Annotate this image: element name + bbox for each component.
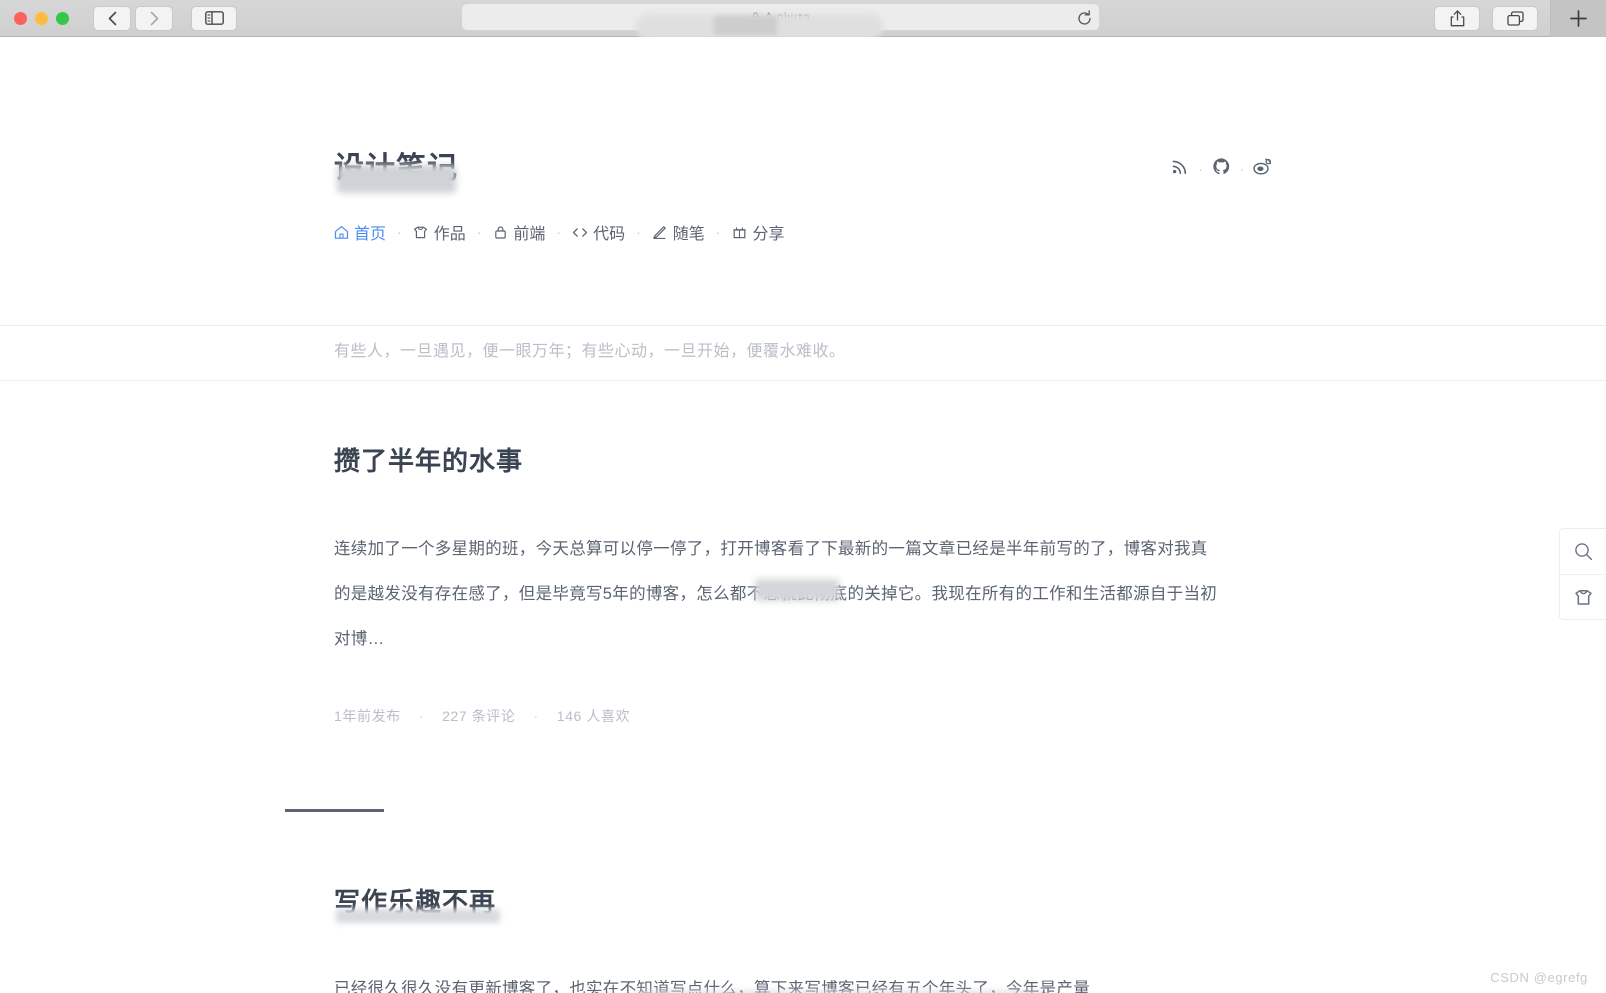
chevron-right-icon bbox=[150, 11, 158, 25]
search-icon bbox=[1574, 543, 1592, 561]
plus-icon bbox=[1570, 10, 1587, 27]
browser-toolbar: A лішта bbox=[0, 0, 1606, 40]
post-published: 1年前发布 bbox=[334, 708, 401, 724]
theme-button[interactable] bbox=[1560, 574, 1606, 619]
address-bar-container: A лішта bbox=[461, 3, 1100, 40]
nav-separator: · bbox=[397, 224, 402, 240]
nav-item-works[interactable]: 作品 bbox=[413, 220, 466, 244]
share-icon bbox=[1450, 10, 1464, 27]
shirt-icon bbox=[1574, 589, 1592, 605]
nav-item-home[interactable]: 首页 bbox=[333, 220, 386, 244]
forward-button[interactable] bbox=[135, 5, 173, 31]
nav-item-essays[interactable]: 随笔 bbox=[652, 220, 705, 244]
floating-side-toolbar bbox=[1559, 528, 1606, 620]
tabs-icon bbox=[1506, 10, 1524, 26]
reload-button[interactable] bbox=[1072, 6, 1096, 30]
social-links: · · bbox=[1172, 157, 1272, 181]
social-separator: · bbox=[1239, 161, 1244, 177]
sidebar-group bbox=[191, 5, 237, 31]
minimize-window-button[interactable] bbox=[35, 11, 48, 25]
toolbar-right-group bbox=[1434, 0, 1606, 37]
nav-item-frontend[interactable]: 前端 bbox=[492, 220, 545, 244]
meta-separator: · bbox=[533, 708, 539, 724]
close-window-button[interactable] bbox=[14, 11, 27, 25]
site-navigation: 首页 · 作品 · 前端 · 代码 · 随笔 · 分享 bbox=[333, 220, 784, 244]
rss-icon bbox=[1172, 160, 1187, 175]
post-title[interactable]: 攒了半年的水事 bbox=[334, 441, 523, 478]
site-title-redaction bbox=[337, 165, 456, 193]
back-button[interactable] bbox=[93, 5, 131, 31]
post-meta: 1年前发布 · 227 条评论 · 146 人喜欢 bbox=[334, 706, 630, 726]
nav-separator: · bbox=[715, 224, 721, 240]
post-excerpt-redaction bbox=[755, 579, 839, 601]
maximize-window-button[interactable] bbox=[56, 11, 69, 25]
nav-item-share-label: 分享 bbox=[752, 226, 785, 243]
nav-item-frontend-label: 前端 bbox=[513, 226, 546, 243]
nav-item-share[interactable]: 分享 bbox=[731, 220, 784, 244]
rss-link[interactable] bbox=[1172, 158, 1189, 180]
code-icon bbox=[572, 224, 588, 240]
post-like-count: 146 人喜欢 bbox=[556, 708, 631, 724]
toggle-sidebar-button[interactable] bbox=[191, 5, 237, 31]
lock-icon bbox=[492, 224, 508, 240]
nav-item-essays-label: 随笔 bbox=[672, 226, 705, 243]
sidebar-icon bbox=[204, 11, 224, 25]
tab-overview-button[interactable] bbox=[1492, 6, 1538, 31]
page-content: 设计笔记 首页 · 作品 · bbox=[0, 37, 1606, 993]
gift-icon bbox=[731, 224, 747, 240]
github-icon bbox=[1212, 158, 1229, 175]
nav-item-works-label: 作品 bbox=[433, 226, 466, 243]
nav-item-code[interactable]: 代码 bbox=[572, 220, 625, 244]
search-button[interactable] bbox=[1560, 529, 1606, 574]
post-title-redaction bbox=[336, 909, 500, 923]
nav-separator: · bbox=[476, 224, 482, 240]
post-divider bbox=[285, 809, 384, 812]
share-button[interactable] bbox=[1434, 6, 1480, 31]
reload-icon bbox=[1077, 9, 1091, 25]
nav-item-code-label: 代码 bbox=[593, 226, 626, 243]
address-bar-redaction-core bbox=[714, 16, 777, 35]
chevron-left-icon bbox=[108, 11, 116, 25]
post-comment-count: 227 条评论 bbox=[442, 708, 516, 724]
navigation-buttons bbox=[93, 5, 173, 31]
nav-item-home-label: 首页 bbox=[354, 226, 387, 243]
divider-bottom bbox=[0, 380, 1606, 381]
watermark: CSDN @egrefg bbox=[1490, 970, 1588, 985]
shirt-icon bbox=[413, 224, 429, 240]
nav-separator: · bbox=[556, 224, 562, 240]
pencil-icon bbox=[652, 224, 668, 240]
github-link[interactable] bbox=[1212, 157, 1231, 181]
nav-separator: · bbox=[636, 224, 641, 240]
meta-separator: · bbox=[418, 708, 425, 724]
weibo-icon bbox=[1253, 158, 1272, 175]
new-tab-button[interactable] bbox=[1550, 0, 1606, 37]
divider-top bbox=[0, 325, 1606, 326]
home-icon bbox=[333, 224, 349, 240]
post-excerpt: 已经很久很久没有更新博客了，也实在不知道写点什么，算下来写博客已经有五个年头了，… bbox=[334, 980, 1090, 993]
social-separator: · bbox=[1198, 161, 1203, 177]
site-tagline: 有些人，一旦遇见，便一眼万年；有些心动，一旦开始，便覆水难收。 bbox=[334, 343, 846, 360]
weibo-link[interactable] bbox=[1253, 158, 1272, 180]
window-controls bbox=[14, 11, 69, 25]
